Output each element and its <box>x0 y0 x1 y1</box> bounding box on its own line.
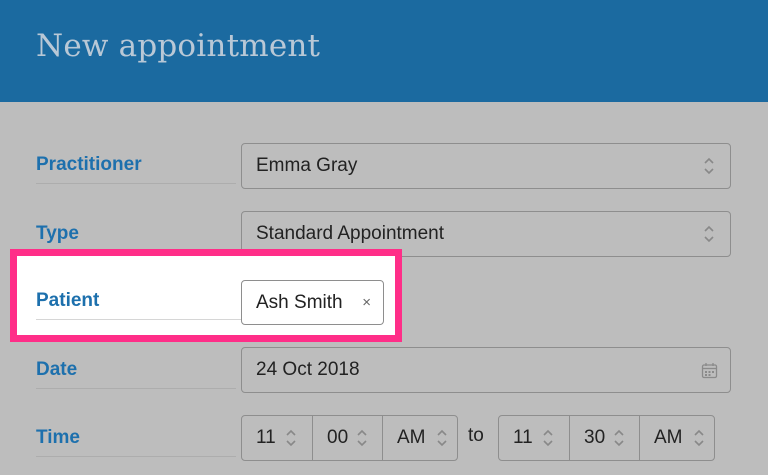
time-label: Time <box>36 427 236 457</box>
date-label: Date <box>36 359 236 389</box>
chevron-updown-icon <box>704 225 714 243</box>
chevron-updown-icon <box>704 157 714 175</box>
chevron-updown-icon <box>437 429 447 447</box>
patient-chip[interactable]: Ash Smith × <box>241 280 384 325</box>
end-hour-value: 11 <box>513 427 533 448</box>
start-minute-select[interactable]: 00 <box>312 416 382 460</box>
page-title: New appointment <box>36 28 321 64</box>
chevron-updown-icon <box>694 429 704 447</box>
start-time-group: 11 00 AM <box>241 415 458 461</box>
end-hour-select[interactable]: 11 <box>499 416 569 460</box>
chevron-updown-icon <box>286 429 296 447</box>
time-separator: to <box>468 425 484 446</box>
end-minute-value: 30 <box>584 427 606 448</box>
end-ampm-select[interactable]: AM <box>639 416 714 460</box>
practitioner-select[interactable]: Emma Gray <box>241 143 731 189</box>
date-value: 24 Oct 2018 <box>256 359 360 380</box>
chevron-updown-icon <box>614 429 624 447</box>
start-minute-value: 00 <box>327 427 349 448</box>
date-input[interactable]: 24 Oct 2018 <box>241 347 731 393</box>
start-hour-value: 11 <box>256 427 276 448</box>
modal-header: New appointment <box>0 0 768 102</box>
end-minute-select[interactable]: 30 <box>569 416 639 460</box>
start-ampm-value: AM <box>397 427 426 448</box>
practitioner-label: Practitioner <box>36 154 236 184</box>
start-ampm-select[interactable]: AM <box>382 416 457 460</box>
chevron-updown-icon <box>357 429 367 447</box>
chevron-updown-icon <box>543 429 553 447</box>
calendar-icon[interactable] <box>701 362 718 379</box>
patient-label: Patient <box>36 290 248 320</box>
end-time-group: 11 30 AM <box>498 415 715 461</box>
practitioner-value: Emma Gray <box>256 155 358 176</box>
patient-chip-name: Ash Smith <box>256 292 343 313</box>
end-ampm-value: AM <box>654 427 683 448</box>
close-icon[interactable]: × <box>362 281 371 324</box>
start-hour-select[interactable]: 11 <box>242 416 312 460</box>
